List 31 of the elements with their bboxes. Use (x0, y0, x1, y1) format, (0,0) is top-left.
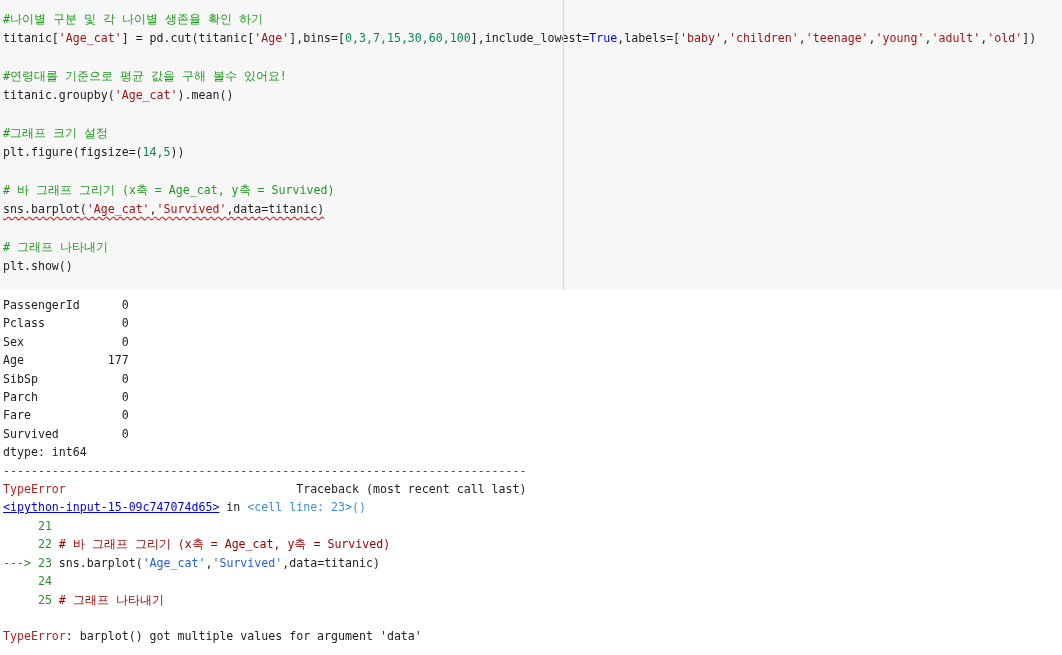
output-line: Pclass 0 (3, 316, 129, 331)
code-line: plt.show() (3, 259, 73, 273)
code-line: #그래프 크기 설정 (3, 126, 108, 140)
output-line: Age 177 (3, 353, 129, 368)
output-line: --------------------------------------------------------------------------- (3, 463, 527, 478)
output-line: TypeError Traceback (most recent call last) (3, 482, 527, 497)
output-line: Fare 0 (3, 408, 129, 423)
code-line: titanic['Age_cat'] = pd.cut(titanic['Age'],bins=[0,3,7,15,30,60,100],include_lowest=True,labels=['baby','children','teenage','young','adult','old']) (3, 31, 1037, 45)
output-line: 21 (36, 518, 52, 533)
code-line: # 바 그래프 그리기 (x축 = Age_cat, y축 = Survived) (3, 183, 335, 197)
code-cell[interactable] (0, 0, 1062, 290)
output-line: dtype: int64 (3, 445, 87, 460)
link[interactable]: <ipython-input-15-09c747074d65> (3, 500, 220, 515)
output-line: ---> 23 sns.barplot('Age_cat','Survived',data=titanic) (3, 555, 380, 570)
code-line: plt.figure(figsize=(14,5)) (3, 145, 185, 159)
output-line: Parch 0 (3, 390, 129, 405)
output-line: 25 # 그래프 나타내기 (36, 592, 164, 607)
output-line: PassengerId 0 (3, 298, 129, 312)
output-line: 24 (36, 574, 52, 589)
output-text: in (225, 500, 242, 515)
code-line: # 그래프 나타내기 (3, 240, 108, 254)
output-line: Sex 0 (3, 334, 129, 349)
code-line: #나이별 구분 및 각 나이별 생존율 확인 하기 (3, 12, 263, 26)
output-line: Survived 0 (3, 426, 129, 441)
code-line: titanic.groupby('Age_cat').mean() (3, 88, 234, 102)
output-line: SibSp 0 (3, 371, 129, 386)
code-line: #연령대를 기준으로 평균 값을 구해 볼수 있어요! (3, 69, 287, 83)
output-text: <cell line: 23>() (247, 500, 366, 515)
output-line: TypeError: barplot() got multiple values for argument 'data' (3, 629, 422, 644)
code-line: sns.barplot('Age_cat','Survived',data=titanic) (3, 202, 325, 216)
output-line: 22 # 바 그래프 그리기 (x축 = Age_cat, y축 = Survived) (36, 537, 391, 552)
